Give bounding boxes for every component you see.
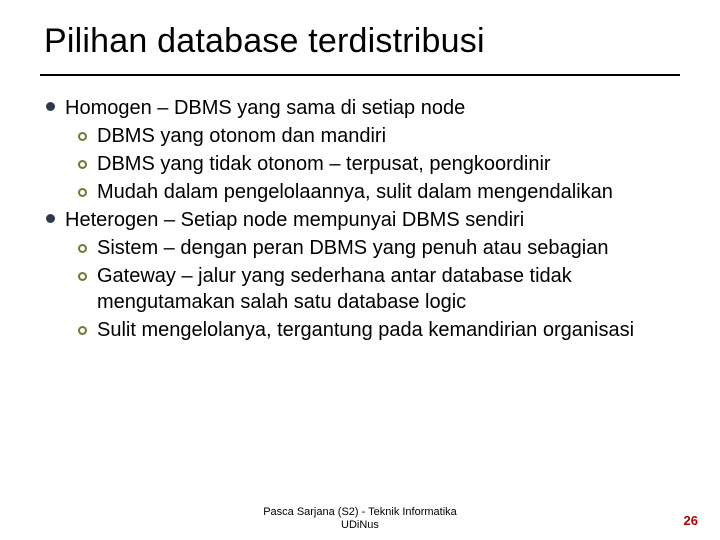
bullet-level1: Heterogen – Setiap node mempunyai DBMS s…: [46, 207, 680, 233]
bullet-text: Sistem – dengan peran DBMS yang penuh at…: [97, 235, 608, 261]
page-number: 26: [684, 513, 698, 528]
bullet-level1: Homogen – DBMS yang sama di setiap node: [46, 95, 680, 121]
slide: Pilihan database terdistribusi Homogen –…: [0, 0, 720, 540]
bullet-level2: Sistem – dengan peran DBMS yang penuh at…: [78, 235, 680, 261]
bullet-text: Sulit mengelolanya, tergantung pada kema…: [97, 317, 634, 343]
subbullet-icon: [78, 244, 87, 253]
content-area: Homogen – DBMS yang sama di setiap node …: [44, 95, 680, 343]
bullet-text: Heterogen – Setiap node mempunyai DBMS s…: [65, 207, 524, 233]
bullet-level2: DBMS yang tidak otonom – terpusat, pengk…: [78, 151, 680, 177]
title-underline: [40, 74, 680, 76]
bullet-text: Homogen – DBMS yang sama di setiap node: [65, 95, 465, 121]
subbullet-icon: [78, 326, 87, 335]
bullet-level2: Gateway – jalur yang sederhana antar dat…: [78, 263, 680, 315]
subbullet-icon: [78, 160, 87, 169]
bullet-icon: [46, 102, 55, 111]
slide-title: Pilihan database terdistribusi: [44, 22, 680, 61]
subbullet-icon: [78, 272, 87, 281]
bullet-text: Mudah dalam pengelolaannya, sulit dalam …: [97, 179, 613, 205]
bullet-level2: Sulit mengelolanya, tergantung pada kema…: [78, 317, 680, 343]
footer-line2: UDiNus: [341, 519, 379, 531]
footer-line1: Pasca Sarjana (S2) - Teknik Informatika: [263, 506, 457, 518]
bullet-icon: [46, 214, 55, 223]
footer: Pasca Sarjana (S2) - Teknik Informatika …: [0, 506, 720, 532]
bullet-text: DBMS yang otonom dan mandiri: [97, 123, 386, 149]
footer-text: Pasca Sarjana (S2) - Teknik Informatika …: [263, 506, 457, 532]
subbullet-icon: [78, 188, 87, 197]
bullet-level2: Mudah dalam pengelolaannya, sulit dalam …: [78, 179, 680, 205]
subbullet-icon: [78, 132, 87, 141]
bullet-level2: DBMS yang otonom dan mandiri: [78, 123, 680, 149]
bullet-text: Gateway – jalur yang sederhana antar dat…: [97, 263, 680, 315]
bullet-text: DBMS yang tidak otonom – terpusat, pengk…: [97, 151, 551, 177]
